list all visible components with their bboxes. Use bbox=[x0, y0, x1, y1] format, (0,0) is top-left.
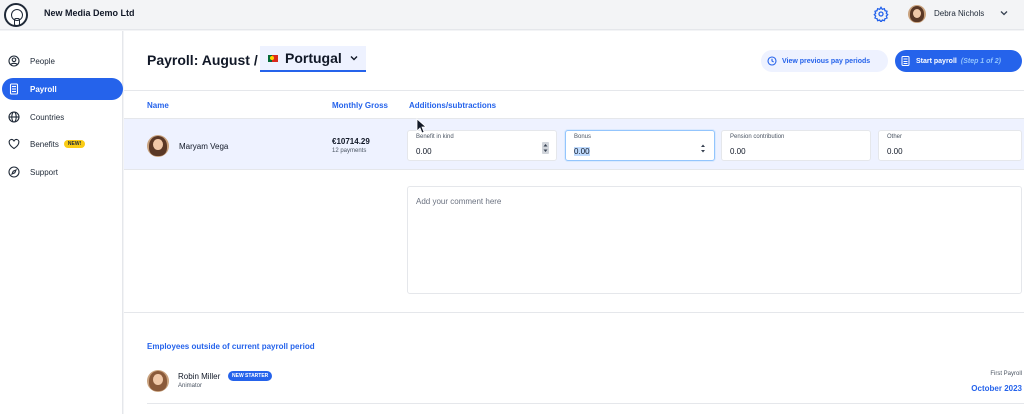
start-payroll-button[interactable]: Start payroll (Step 1 of 2) bbox=[895, 50, 1022, 72]
sidebar-item-label: People bbox=[30, 56, 55, 66]
sidebar-item-benefits[interactable]: Benefits NEW! bbox=[2, 133, 123, 155]
country-selected-value: Portugal bbox=[285, 50, 342, 66]
benefit-in-kind-field[interactable]: Benefit in kind 0.00 bbox=[407, 130, 557, 161]
portugal-flag-icon bbox=[268, 54, 278, 62]
first-payroll-label: First Payroll bbox=[990, 371, 1022, 377]
calculator-icon bbox=[9, 83, 19, 95]
section-divider bbox=[124, 312, 1024, 313]
sidebar-item-countries[interactable]: Countries bbox=[2, 106, 123, 128]
view-previous-label: View previous pay periods bbox=[782, 57, 871, 65]
main-content: Payroll: August / Portugal View previous… bbox=[124, 31, 1024, 414]
field-label: Bonus bbox=[574, 134, 592, 140]
pension-contribution-field[interactable]: Pension contribution 0.00 bbox=[721, 130, 871, 161]
new-starter-badge: NEW STARTER bbox=[228, 371, 273, 381]
employee-role: Animator bbox=[178, 383, 203, 389]
number-spinner-icon[interactable] bbox=[542, 142, 549, 154]
employee-avatar bbox=[147, 370, 169, 392]
gear-icon[interactable] bbox=[873, 6, 889, 22]
first-payroll-value: October 2023 bbox=[971, 384, 1022, 393]
row-divider bbox=[147, 403, 1024, 404]
table-header: Name Monthly Gross Additions/subtraction… bbox=[124, 90, 1024, 118]
heart-icon bbox=[8, 138, 20, 150]
field-label: Pension contribution bbox=[730, 134, 785, 140]
compass-icon bbox=[8, 166, 20, 178]
calculator-icon bbox=[901, 56, 910, 66]
field-value[interactable]: 0.00 bbox=[730, 147, 746, 156]
sidebar-item-people[interactable]: People bbox=[2, 50, 123, 72]
chevron-down-icon[interactable] bbox=[999, 8, 1009, 18]
user-name[interactable]: Debra Nichols bbox=[934, 9, 984, 18]
start-payroll-label: Start payroll bbox=[916, 57, 957, 65]
company-name: New Media Demo Ltd bbox=[44, 8, 135, 18]
column-header-gross: Monthly Gross bbox=[332, 101, 389, 110]
column-header-name: Name bbox=[147, 101, 169, 110]
comment-textarea[interactable]: Add your comment here bbox=[407, 186, 1022, 294]
view-previous-pay-periods-button[interactable]: View previous pay periods bbox=[761, 50, 888, 72]
employee-name: Robin Miller bbox=[178, 372, 221, 381]
sidebar-item-label: Payroll bbox=[30, 84, 57, 94]
sidebar-item-label: Benefits bbox=[30, 139, 59, 149]
user-avatar[interactable] bbox=[908, 5, 926, 23]
top-bar: New Media Demo Ltd Debra Nichols bbox=[0, 0, 1024, 30]
payments-count: 12 payments bbox=[332, 148, 367, 154]
clock-icon bbox=[767, 56, 777, 66]
field-value[interactable]: 0.00 bbox=[887, 147, 903, 156]
sidebar-item-label: Countries bbox=[30, 112, 65, 122]
globe-icon bbox=[8, 111, 20, 123]
chevron-down-icon bbox=[350, 56, 358, 61]
mouse-pointer-icon bbox=[416, 118, 428, 134]
field-value[interactable]: 0.00 bbox=[574, 147, 590, 156]
bonus-field[interactable]: Bonus 0.00 bbox=[565, 130, 715, 161]
comment-placeholder: Add your comment here bbox=[416, 197, 502, 206]
section-title-outside-period: Employees outside of current payroll per… bbox=[147, 342, 315, 351]
number-spinner-icon[interactable] bbox=[700, 143, 706, 154]
employee-avatar bbox=[147, 135, 169, 157]
column-header-adjustments: Additions/subtractions bbox=[409, 101, 497, 110]
sidebar-item-support[interactable]: Support bbox=[2, 161, 123, 183]
field-label: Other bbox=[887, 134, 903, 140]
start-payroll-step: (Step 1 of 2) bbox=[960, 57, 1001, 65]
field-value[interactable]: 0.00 bbox=[416, 147, 432, 156]
country-dropdown[interactable]: Portugal bbox=[260, 46, 366, 72]
new-badge: NEW! bbox=[63, 140, 86, 148]
sidebar: People Payroll Countries Benefits NEW! S… bbox=[0, 31, 123, 414]
sidebar-item-label: Support bbox=[30, 167, 59, 177]
other-field[interactable]: Other 0.00 bbox=[878, 130, 1022, 161]
page-title: Payroll: August / bbox=[147, 52, 258, 68]
employee-name: Maryam Vega bbox=[179, 142, 229, 151]
sidebar-item-payroll[interactable]: Payroll bbox=[2, 78, 123, 100]
company-logo-icon[interactable] bbox=[4, 3, 28, 27]
monthly-gross-value: €10714.29 bbox=[332, 137, 370, 146]
field-label: Benefit in kind bbox=[416, 134, 454, 140]
user-circle-icon bbox=[8, 55, 20, 67]
table-row: Maryam Vega €10714.29 12 payments Benefi… bbox=[124, 118, 1024, 170]
